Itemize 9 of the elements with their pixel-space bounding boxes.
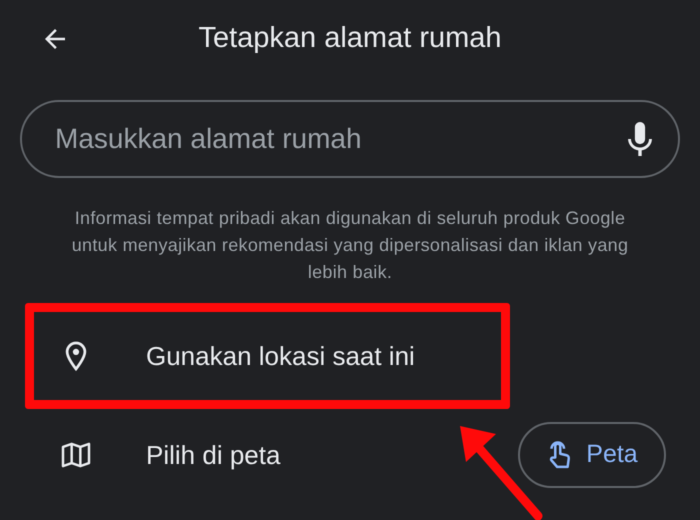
search-field[interactable]: Masukkan alamat rumah xyxy=(20,100,680,178)
option-row[interactable]: Pilih di peta xyxy=(25,409,510,501)
privacy-notice: Informasi tempat pribadi akan digunakan di seluruh produk Google untuk menyajikan rekomendasi yang dipersonalisasi dan iklan yang lebih baik. xyxy=(70,207,630,284)
map-icon xyxy=(61,442,91,468)
page-title: Tetapkan alamat rumah xyxy=(198,22,502,54)
map-button[interactable]: Peta xyxy=(518,422,666,488)
location-pin-icon xyxy=(65,341,87,371)
option-row[interactable]: Gunakan lokasi saat ini xyxy=(25,303,510,409)
microphone-icon[interactable] xyxy=(628,122,652,156)
